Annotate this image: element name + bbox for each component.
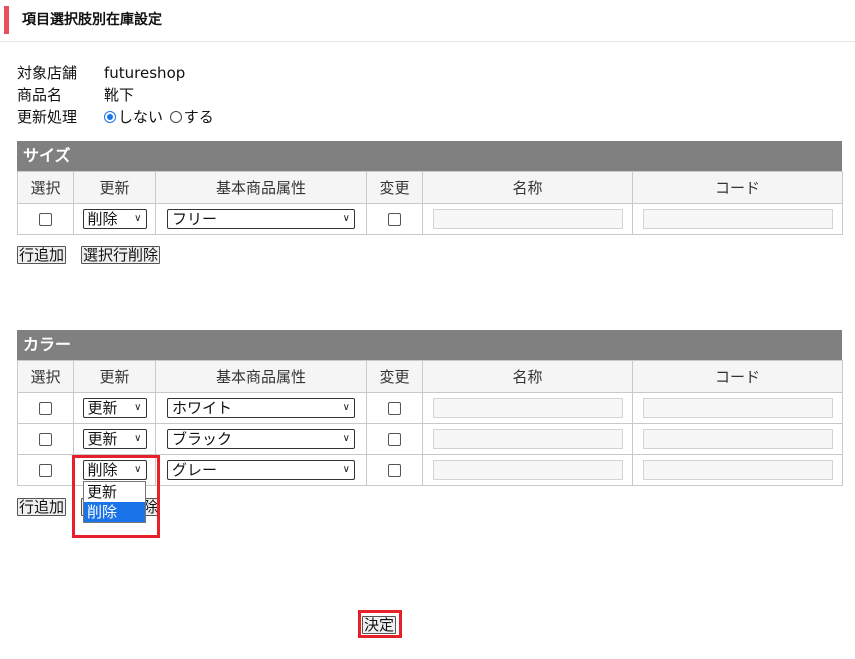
change-checkbox[interactable] <box>388 213 401 226</box>
select-checkbox[interactable] <box>39 402 52 415</box>
col-select: 選択 <box>17 360 74 393</box>
chevron-down-icon: ∨ <box>342 213 350 224</box>
col-name: 名称 <box>422 171 633 204</box>
store-row: 対象店舗 futureshop <box>17 63 185 83</box>
store-value: futureshop <box>104 64 186 82</box>
store-label: 対象店舗 <box>17 64 78 82</box>
page-title: 項目選択肢別在庫設定 <box>22 12 162 28</box>
radio-no-update[interactable] <box>104 111 116 123</box>
color-add-row-button[interactable]: 行追加 <box>17 498 67 516</box>
col-change: 変更 <box>366 171 423 204</box>
attr-select[interactable]: フリー ∨ <box>167 209 355 229</box>
col-update: 更新 <box>73 360 156 393</box>
change-checkbox[interactable] <box>388 464 401 477</box>
radio-no-label: しない <box>118 108 164 126</box>
chevron-down-icon: ∨ <box>134 402 142 413</box>
product-row: 商品名 靴下 <box>17 85 134 105</box>
radio-update[interactable] <box>169 111 182 123</box>
update-select[interactable]: 更新 ∨ <box>82 398 147 418</box>
name-input[interactable] <box>432 209 623 229</box>
size-section-title: サイズ <box>17 141 842 171</box>
code-input[interactable] <box>642 398 833 418</box>
update-label: 更新処理 <box>17 108 78 126</box>
chevron-down-icon: ∨ <box>342 464 350 475</box>
code-input[interactable] <box>642 209 833 229</box>
color-section-title: カラー <box>17 330 842 360</box>
radio-yes-label: する <box>183 108 214 126</box>
size-header-row: 選択 更新 基本商品属性 変更 名称 コード <box>17 171 843 204</box>
update-row: 更新処理 しない する <box>17 107 214 127</box>
chevron-down-icon: ∨ <box>342 402 350 413</box>
table-row: 削除 ∨ フリー ∨ <box>17 203 843 235</box>
size-delete-selected-button[interactable]: 選択行削除 <box>81 246 161 264</box>
col-name: 名称 <box>422 360 633 393</box>
name-input[interactable] <box>432 460 623 480</box>
col-attr: 基本商品属性 <box>155 171 367 204</box>
size-add-row-button[interactable]: 行追加 <box>17 246 67 264</box>
highlight-box-dropdown <box>72 455 160 538</box>
attr-select[interactable]: グレー ∨ <box>167 460 355 480</box>
col-update: 更新 <box>73 171 156 204</box>
select-checkbox[interactable] <box>39 213 52 226</box>
col-code: コード <box>632 360 843 393</box>
table-row: 更新 ∨ ホワイト ∨ <box>17 392 843 424</box>
attr-select[interactable]: ブラック ∨ <box>167 429 355 449</box>
name-input[interactable] <box>432 398 623 418</box>
table-row: 更新 ∨ ブラック ∨ <box>17 423 843 455</box>
size-section: サイズ 選択 更新 基本商品属性 変更 名称 コード 削除 ∨ フリー ∨ <box>17 141 843 235</box>
chevron-down-icon: ∨ <box>342 433 350 444</box>
code-input[interactable] <box>642 429 833 449</box>
change-checkbox[interactable] <box>388 433 401 446</box>
update-select[interactable]: 更新 ∨ <box>82 429 147 449</box>
col-change: 変更 <box>366 360 423 393</box>
select-checkbox[interactable] <box>39 433 52 446</box>
col-code: コード <box>632 171 843 204</box>
col-attr: 基本商品属性 <box>155 360 367 393</box>
change-checkbox[interactable] <box>388 402 401 415</box>
update-select[interactable]: 削除 ∨ <box>82 209 147 229</box>
page-header: 項目選択肢別在庫設定 <box>0 0 855 42</box>
chevron-down-icon: ∨ <box>134 433 142 444</box>
product-value: 靴下 <box>104 86 135 104</box>
size-table: 選択 更新 基本商品属性 変更 名称 コード 削除 ∨ フリー ∨ <box>17 171 843 235</box>
decide-button[interactable]: 決定 <box>362 616 397 634</box>
col-select: 選択 <box>17 171 74 204</box>
product-label: 商品名 <box>17 86 63 104</box>
name-input[interactable] <box>432 429 623 449</box>
attr-select[interactable]: ホワイト ∨ <box>167 398 355 418</box>
color-header-row: 選択 更新 基本商品属性 変更 名称 コード <box>17 360 843 393</box>
chevron-down-icon: ∨ <box>134 213 142 224</box>
code-input[interactable] <box>642 460 833 480</box>
header-accent-bar <box>4 6 9 34</box>
select-checkbox[interactable] <box>39 464 52 477</box>
